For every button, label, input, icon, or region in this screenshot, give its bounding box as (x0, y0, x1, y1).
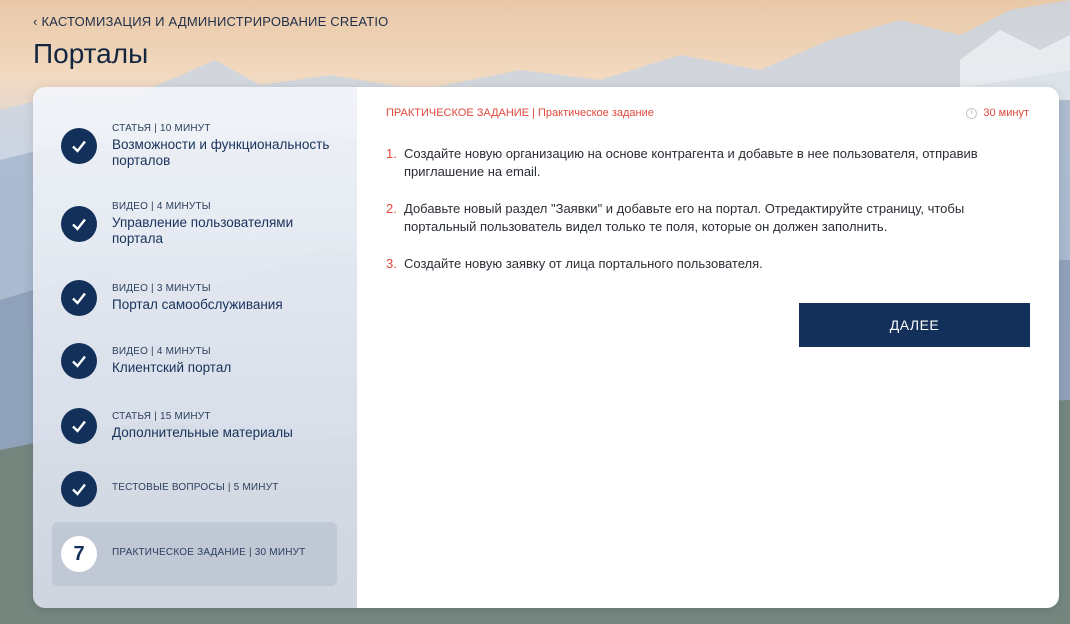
step-item-7[interactable]: 7 ПРАКТИЧЕСКОЕ ЗАДАНИЕ | 30 МИНУТ (52, 522, 337, 586)
task-header: ПРАКТИЧЕСКОЕ ЗАДАНИЕ | Практическое зада… (386, 107, 654, 119)
duration: 30 минут (966, 107, 1029, 119)
next-button[interactable]: ДАЛЕЕ (799, 303, 1030, 347)
step-number-badge: 7 (61, 536, 97, 572)
breadcrumb-label: КАСТОМИЗАЦИЯ И АДМИНИСТРИРОВАНИЕ CREATIO (41, 14, 389, 29)
task-list: 1. Создайте новую организацию на основе … (386, 145, 1006, 292)
step-meta: ТЕСТОВЫЕ ВОПРОСЫ | 5 МИНУТ (112, 482, 279, 493)
clock-icon (966, 107, 978, 119)
task-text: Создайте новую заявку от лица портальног… (404, 256, 763, 271)
step-item-4[interactable]: ВИДЕО | 4 МИНУТЫ Клиентский портал (52, 343, 337, 379)
step-meta: ВИДЕО | 3 МИНУТЫ (112, 283, 211, 294)
step-meta: СТАТЬЯ | 15 МИНУТ (112, 411, 211, 422)
check-icon (61, 471, 97, 507)
check-icon (61, 128, 97, 164)
task-panel: ПРАКТИЧЕСКОЕ ЗАДАНИЕ | Практическое зада… (357, 87, 1059, 608)
step-meta: ПРАКТИЧЕСКОЕ ЗАДАНИЕ | 30 МИНУТ (112, 547, 306, 558)
task-index: 2. (386, 201, 397, 216)
step-number: 7 (73, 542, 85, 565)
task-item: 3. Создайте новую заявку от лица порталь… (386, 255, 1006, 273)
step-meta: СТАТЬЯ | 10 МИНУТ (112, 123, 211, 134)
check-icon (61, 206, 97, 242)
check-icon (61, 280, 97, 316)
step-item-1[interactable]: СТАТЬЯ | 10 МИНУТ Возможности и функцион… (52, 123, 337, 169)
task-text: Добавьте новый раздел "Заявки" и добавьт… (404, 201, 965, 234)
task-index: 1. (386, 146, 397, 161)
check-icon (61, 408, 97, 444)
step-item-2[interactable]: ВИДЕО | 4 МИНУТЫ Управление пользователя… (52, 201, 337, 247)
step-item-3[interactable]: ВИДЕО | 3 МИНУТЫ Портал самообслуживания (52, 280, 337, 316)
task-item: 2. Добавьте новый раздел "Заявки" и доба… (386, 200, 1006, 236)
lesson-card: СТАТЬЯ | 10 МИНУТ Возможности и функцион… (33, 87, 1059, 608)
lesson-sidebar: СТАТЬЯ | 10 МИНУТ Возможности и функцион… (33, 87, 357, 608)
step-title: Дополнительные материалы (112, 425, 293, 440)
chevron-left-icon: ‹ (33, 14, 38, 29)
step-title: Управление пользователями портала (112, 215, 294, 246)
step-meta: ВИДЕО | 4 МИНУТЫ (112, 201, 211, 212)
task-index: 3. (386, 256, 397, 271)
step-meta: ВИДЕО | 4 МИНУТЫ (112, 346, 211, 357)
step-title: Возможности и функциональность порталов (112, 137, 330, 168)
breadcrumb[interactable]: ‹ КАСТОМИЗАЦИЯ И АДМИНИСТРИРОВАНИЕ CREAT… (33, 14, 389, 29)
task-text: Создайте новую организацию на основе кон… (404, 146, 978, 179)
step-title: Портал самообслуживания (112, 297, 283, 312)
step-item-5[interactable]: СТАТЬЯ | 15 МИНУТ Дополнительные материа… (52, 408, 337, 444)
task-item: 1. Создайте новую организацию на основе … (386, 145, 1006, 181)
step-title: Клиентский портал (112, 360, 232, 375)
step-item-6[interactable]: ТЕСТОВЫЕ ВОПРОСЫ | 5 МИНУТ (52, 471, 337, 507)
check-icon (61, 343, 97, 379)
page-title: Порталы (33, 38, 149, 69)
duration-label: 30 минут (983, 107, 1029, 119)
